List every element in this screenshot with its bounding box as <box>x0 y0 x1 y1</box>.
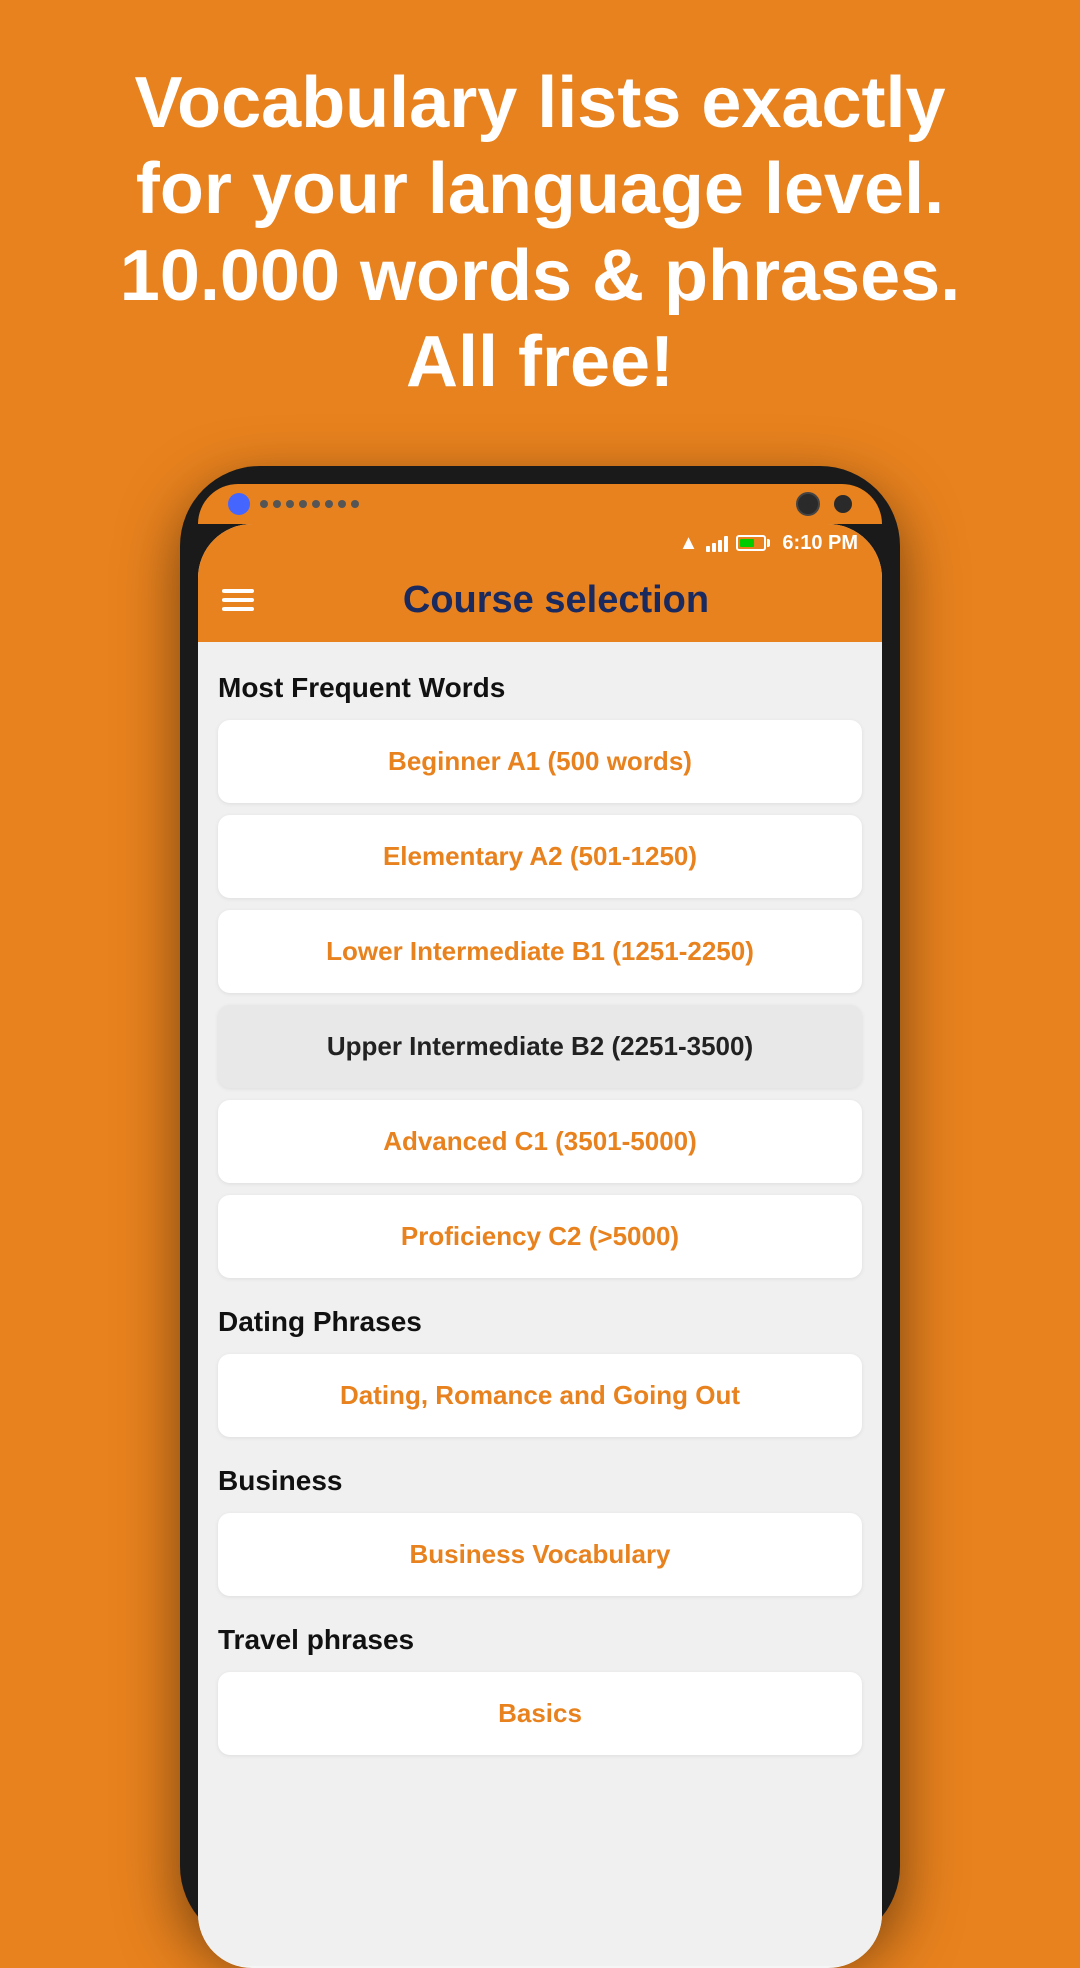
notch-left <box>228 493 359 515</box>
promo-headline: Vocabulary lists exactly for your langua… <box>80 60 1000 406</box>
course-card-text-elementary: Elementary A2 (501-1250) <box>238 841 842 872</box>
notch-dots-small <box>260 500 359 508</box>
section-header-most-frequent: Most Frequent Words <box>218 672 862 704</box>
status-bar: ▲ 6:10 PM <box>198 524 882 563</box>
app-header: Course selection <box>198 563 882 642</box>
battery-tip <box>767 539 770 547</box>
course-card-business-vocab[interactable]: Business Vocabulary <box>218 1513 862 1596</box>
phone-screen: ▲ 6:10 PM <box>198 524 882 1968</box>
hamburger-menu[interactable] <box>222 589 254 611</box>
course-card-beginner[interactable]: Beginner A1 (500 words) <box>218 720 862 803</box>
hamburger-line-3 <box>222 607 254 611</box>
course-card-text-advanced: Advanced C1 (3501-5000) <box>238 1126 842 1157</box>
course-card-lower-intermediate[interactable]: Lower Intermediate B1 (1251-2250) <box>218 910 862 993</box>
notch-camera-main <box>796 492 820 516</box>
course-card-text-beginner: Beginner A1 (500 words) <box>238 746 842 777</box>
course-card-proficiency[interactable]: Proficiency C2 (>5000) <box>218 1195 862 1278</box>
course-card-text-lower-intermediate: Lower Intermediate B1 (1251-2250) <box>238 936 842 967</box>
course-card-text-proficiency: Proficiency C2 (>5000) <box>238 1221 842 1252</box>
signal-icon <box>706 534 728 552</box>
section-header-business: Business <box>218 1465 862 1497</box>
course-card-elementary[interactable]: Elementary A2 (501-1250) <box>218 815 862 898</box>
course-list: Most Frequent Words Beginner A1 (500 word… <box>198 642 882 1966</box>
battery-fill <box>740 539 753 547</box>
hamburger-line-1 <box>222 589 254 593</box>
phone-frame: ▲ 6:10 PM <box>180 466 900 1946</box>
hamburger-line-2 <box>222 598 254 602</box>
notch-right <box>796 492 852 516</box>
course-card-text-business-vocab: Business Vocabulary <box>238 1539 842 1570</box>
phone-wrapper: ▲ 6:10 PM <box>0 466 1080 1946</box>
course-card-dating-romance[interactable]: Dating, Romance and Going Out <box>218 1354 862 1437</box>
battery-container <box>736 535 770 551</box>
app-title: Course selection <box>254 579 858 622</box>
course-card-advanced[interactable]: Advanced C1 (3501-5000) <box>218 1100 862 1183</box>
battery-icon <box>736 535 766 551</box>
notch-camera-secondary <box>834 495 852 513</box>
section-header-dating: Dating Phrases <box>218 1306 862 1338</box>
course-card-basics[interactable]: Basics <box>218 1672 862 1755</box>
phone-notch <box>198 484 882 524</box>
course-card-text-upper-intermediate: Upper Intermediate B2 (2251-3500) <box>238 1031 842 1062</box>
section-header-travel: Travel phrases <box>218 1624 862 1656</box>
status-icons: ▲ <box>679 532 771 555</box>
course-card-text-dating-romance: Dating, Romance and Going Out <box>238 1380 842 1411</box>
promo-header: Vocabulary lists exactly for your langua… <box>0 0 1080 446</box>
course-card-text-basics: Basics <box>238 1698 842 1729</box>
wifi-icon: ▲ <box>679 532 699 555</box>
course-card-upper-intermediate[interactable]: Upper Intermediate B2 (2251-3500) <box>218 1005 862 1088</box>
status-time: 6:10 PM <box>782 532 858 555</box>
notch-dot-blue <box>228 493 250 515</box>
